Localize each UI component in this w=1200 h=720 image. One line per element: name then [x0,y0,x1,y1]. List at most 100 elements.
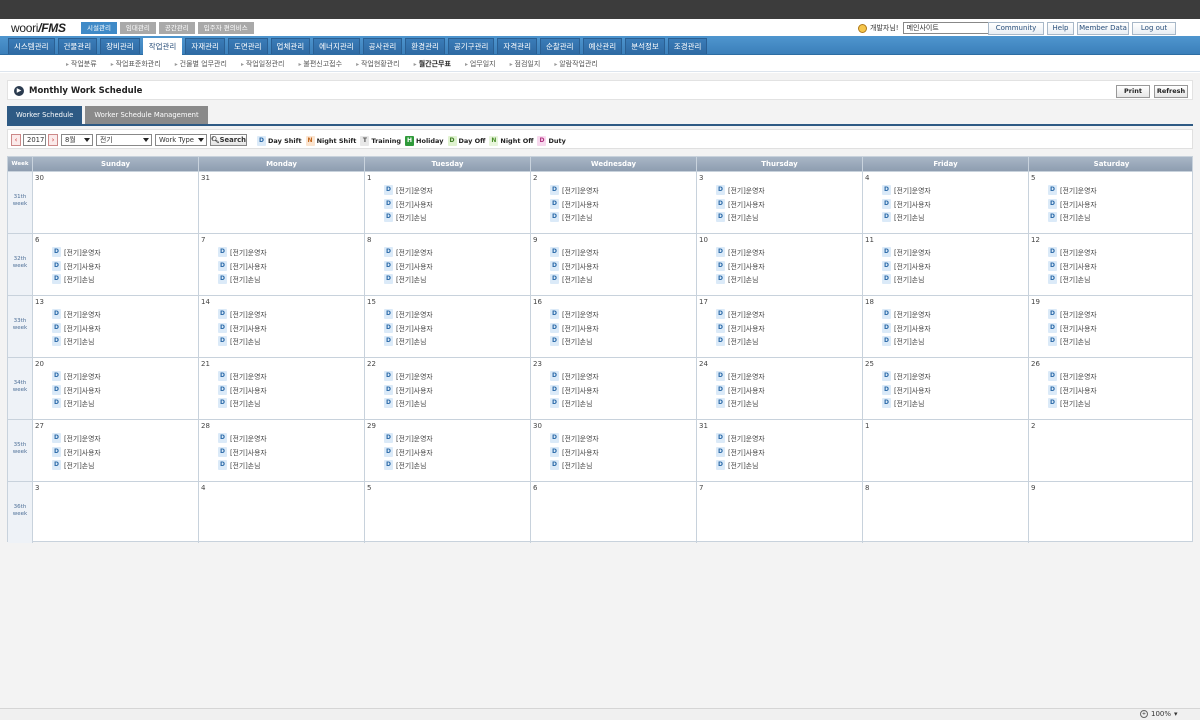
schedule-entry[interactable]: D [전기]사용자 [716,384,765,395]
schedule-entry[interactable]: D [전기]운영자 [882,309,931,319]
schedule-entry[interactable]: D [전기]사용자 [218,260,267,271]
calendar-day-cell[interactable]: 8 [862,482,1028,543]
top-link-community[interactable]: Community [988,22,1044,35]
calendar-day-cell[interactable]: 2 [1028,420,1194,481]
zoom-control[interactable]: + 100% ▾ [1140,710,1178,718]
schedule-entry[interactable]: D [전기]사용자 [882,260,931,271]
schedule-entry[interactable]: D [전기]운영자 [218,309,267,319]
schedule-entry[interactable]: D [전기]운영자 [1048,309,1097,319]
calendar-day-cell[interactable]: 30 D [전기]운영자 D [전기]사용자 D [전기]손님 [530,420,696,481]
schedule-entry[interactable]: D [전기]손님 [1048,274,1090,284]
schedule-entry[interactable]: D [전기]사용자 [1048,384,1097,395]
schedule-entry[interactable]: D [전기]손님 [716,336,758,346]
calendar-day-cell[interactable]: 26 D [전기]운영자 D [전기]사용자 D [전기]손님 [1028,358,1194,419]
schedule-entry[interactable]: D [전기]손님 [550,460,592,470]
subnav-item[interactable]: 불편신고접수 [299,59,342,69]
schedule-entry[interactable]: D [전기]사용자 [384,260,433,271]
schedule-entry[interactable]: D [전기]손님 [716,460,758,470]
calendar-day-cell[interactable]: 9 D [전기]운영자 D [전기]사용자 D [전기]손님 [530,234,696,295]
nav-item[interactable]: 공기구관리 [447,38,495,54]
calendar-day-cell[interactable]: 15 D [전기]운영자 D [전기]사용자 D [전기]손님 [364,296,530,357]
schedule-entry[interactable]: D [전기]손님 [384,336,426,346]
schedule-entry[interactable]: D [전기]손님 [716,212,758,222]
calendar-day-cell[interactable]: 16 D [전기]운영자 D [전기]사용자 D [전기]손님 [530,296,696,357]
calendar-day-cell[interactable]: 21 D [전기]운영자 D [전기]사용자 D [전기]손님 [198,358,364,419]
schedule-entry[interactable]: D [전기]손님 [550,274,592,284]
schedule-entry[interactable]: D [전기]사용자 [52,446,101,457]
schedule-entry[interactable]: D [전기]손님 [218,398,260,408]
schedule-entry[interactable]: D [전기]사용자 [550,198,599,209]
refresh-button[interactable]: Refresh [1154,85,1188,98]
schedule-entry[interactable]: D [전기]손님 [550,212,592,222]
calendar-day-cell[interactable]: 1 [862,420,1028,481]
schedule-entry[interactable]: D [전기]운영자 [1048,247,1097,257]
schedule-entry[interactable]: D [전기]손님 [52,274,94,284]
schedule-entry[interactable]: D [전기]사용자 [550,260,599,271]
subnav-item[interactable]: 점검일지 [510,59,541,69]
schedule-entry[interactable]: D [전기]운영자 [218,371,267,381]
schedule-entry[interactable]: D [전기]운영자 [882,247,931,257]
nav-item[interactable]: 순찰관리 [539,38,580,54]
calendar-day-cell[interactable]: 20 D [전기]운영자 D [전기]사용자 D [전기]손님 [32,358,198,419]
schedule-entry[interactable]: D [전기]손님 [716,398,758,408]
nav-item[interactable]: 에너지관리 [313,38,360,54]
schedule-entry[interactable]: D [전기]사용자 [384,198,433,209]
nav-item[interactable]: 건물관리 [57,38,98,54]
schedule-entry[interactable]: D [전기]운영자 [1048,185,1097,195]
schedule-entry[interactable]: D [전기]손님 [52,336,94,346]
schedule-entry[interactable]: D [전기]손님 [550,336,592,346]
schedule-entry[interactable]: D [전기]운영자 [218,247,267,257]
app-logo[interactable]: woori/FMS [11,21,66,35]
department-select[interactable]: 전기 [96,134,152,146]
schedule-entry[interactable]: D [전기]운영자 [218,433,267,443]
schedule-entry[interactable]: D [전기]손님 [384,274,426,284]
calendar-day-cell[interactable]: 11 D [전기]운영자 D [전기]사용자 D [전기]손님 [862,234,1028,295]
calendar-day-cell[interactable]: 2 D [전기]운영자 D [전기]사용자 D [전기]손님 [530,172,696,233]
schedule-entry[interactable]: D [전기]운영자 [550,433,599,443]
top-link-help[interactable]: Help [1047,22,1074,35]
calendar-day-cell[interactable]: 4 D [전기]운영자 D [전기]사용자 D [전기]손님 [862,172,1028,233]
next-year-button[interactable]: › [48,134,58,146]
schedule-entry[interactable]: D [전기]손님 [218,336,260,346]
schedule-entry[interactable]: D [전기]손님 [716,274,758,284]
calendar-day-cell[interactable]: 23 D [전기]운영자 D [전기]사용자 D [전기]손님 [530,358,696,419]
tab-worker-schedule[interactable]: Worker Schedule [7,106,83,124]
schedule-entry[interactable]: D [전기]손님 [882,274,924,284]
subnav-item[interactable]: 건물별 업무관리 [175,59,227,69]
calendar-day-cell[interactable]: 14 D [전기]운영자 D [전기]사용자 D [전기]손님 [198,296,364,357]
schedule-entry[interactable]: D [전기]사용자 [52,260,101,271]
schedule-entry[interactable]: D [전기]손님 [384,460,426,470]
schedule-entry[interactable]: D [전기]사용자 [882,322,931,333]
schedule-entry[interactable]: D [전기]운영자 [52,433,101,443]
subnav-item[interactable]: 알람작업관리 [554,59,598,69]
nav-item[interactable]: 장비관리 [100,38,140,54]
schedule-entry[interactable]: D [전기]운영자 [52,247,101,257]
schedule-entry[interactable]: D [전기]사용자 [550,446,599,457]
nav-item[interactable]: 자재관리 [185,38,225,54]
schedule-entry[interactable]: D [전기]사용자 [716,198,765,209]
nav-item[interactable]: 도면관리 [227,38,268,54]
calendar-day-cell[interactable]: 27 D [전기]운영자 D [전기]사용자 D [전기]손님 [32,420,198,481]
schedule-entry[interactable]: D [전기]손님 [52,460,94,470]
schedule-entry[interactable]: D [전기]운영자 [882,371,931,381]
calendar-day-cell[interactable]: 19 D [전기]운영자 D [전기]사용자 D [전기]손님 [1028,296,1194,357]
schedule-entry[interactable]: D [전기]운영자 [52,309,101,319]
calendar-day-cell[interactable]: 31 [198,172,364,233]
calendar-day-cell[interactable]: 25 D [전기]운영자 D [전기]사용자 D [전기]손님 [862,358,1028,419]
nav-item[interactable]: 환경관리 [405,38,445,54]
schedule-entry[interactable]: D [전기]운영자 [550,185,599,195]
schedule-entry[interactable]: D [전기]운영자 [384,309,433,319]
calendar-day-cell[interactable]: 3 [32,482,198,543]
module-tab[interactable]: 입주자 편의비스 [197,22,254,34]
schedule-entry[interactable]: D [전기]사용자 [716,260,765,271]
subnav-item[interactable]: 작업일정관리 [241,59,285,69]
tab-worker-schedule-management[interactable]: Worker Schedule Management [85,106,208,124]
calendar-day-cell[interactable]: 6 D [전기]운영자 D [전기]사용자 D [전기]손님 [32,234,198,295]
schedule-entry[interactable]: D [전기]사용자 [1048,198,1097,209]
calendar-day-cell[interactable]: 22 D [전기]운영자 D [전기]사용자 D [전기]손님 [364,358,530,419]
prev-year-button[interactable]: ‹ [11,134,21,146]
calendar-day-cell[interactable]: 7 D [전기]운영자 D [전기]사용자 D [전기]손님 [198,234,364,295]
module-tab[interactable]: 임대관리 [119,22,156,34]
print-button[interactable]: Print [1116,85,1150,98]
calendar-day-cell[interactable]: 9 [1028,482,1194,543]
